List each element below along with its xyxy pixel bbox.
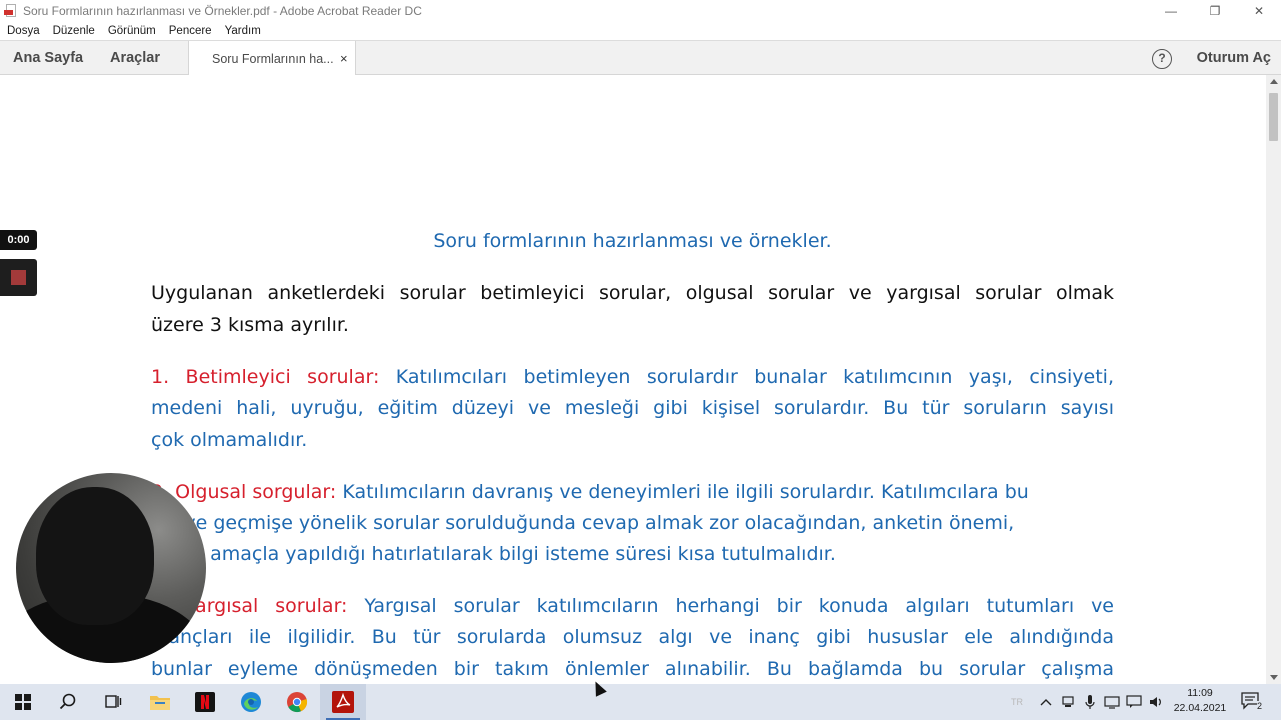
intro-line-2: üzere 3 kısma ayrılır. [151,314,349,336]
window-controls: — ❐ ✕ [1149,0,1281,22]
menu-edit[interactable]: Düzenle [53,25,95,37]
section1-heading: 1. Betimleyici sorular: [151,366,380,388]
stop-recording-button[interactable] [0,259,37,296]
acrobat-window: { "window": { "title": "Soru Formlarının… [0,0,1281,720]
display-tray-icon[interactable] [1103,684,1121,720]
section3-text-1: Yargısal sorular katılımcıların herhangi… [364,595,1114,617]
windows-icon [15,694,31,710]
taskbar-clock[interactable]: 11:09 22.04.2021 [1166,686,1234,716]
minimize-button[interactable]: — [1149,0,1193,22]
title-bar: Soru Formlarının hazırlanması ve Örnekle… [0,0,1281,22]
tab-document[interactable]: Soru Formlarının ha... × [188,41,356,76]
menu-help[interactable]: Yardım [225,25,261,37]
folder-icon [150,696,170,710]
section2-line-3: hangi amaçla yapıldığı hatırlatılarak bi… [151,543,836,565]
clock-time: 11:09 [1187,687,1213,699]
window-title: Soru Formlarının hazırlanması ve Örnekle… [23,4,422,18]
webcam-overlay [16,473,206,663]
notification-count: 2 [1256,701,1262,711]
tab-home[interactable]: Ana Sayfa [13,41,83,75]
tab-bar: Ana Sayfa Araçlar Soru Formlarının ha...… [0,40,1281,76]
chrome-icon [287,692,308,713]
search-button[interactable] [45,684,91,720]
section2-heading: 2. Olgusal sorgular: [151,481,337,503]
section3-line-2: inançları ile ilgilidir. Bu tür sorulard… [151,626,1114,648]
notification-button[interactable]: 2 [1240,691,1262,711]
tab-tools[interactable]: Araçlar [110,41,160,75]
taskbar-acrobat[interactable] [320,684,366,720]
chat-tray-icon[interactable] [1125,684,1143,720]
section1-line-2: medeni hali, uyruğu, eğitim düzeyi ve me… [151,397,1114,419]
section3-line-1: 3. Yargısal sorular: Yargısal sorular ka… [151,595,1114,617]
taskbar: TR 11:09 22.04.2021 2 [0,684,1281,720]
section3-line-3: bunlar eyleme dönüşmeden bir takım önlem… [151,658,1114,680]
vertical-scrollbar[interactable] [1266,75,1281,684]
document-title: Soru formlarının hazırlanması ve örnekle… [433,230,832,252]
menu-bar: Dosya Düzenle Görünüm Pencere Yardım [0,22,1281,40]
taskbar-edge[interactable] [228,684,274,720]
section1-text-1: Katılımcıları betimleyen sorulardır buna… [395,366,1114,388]
menu-view[interactable]: Görünüm [108,25,156,37]
taskbar-chrome[interactable] [274,684,320,720]
task-view-icon [105,695,122,708]
restore-button[interactable]: ❐ [1193,0,1237,22]
document-tab-label: Soru Formlarının ha... [212,51,334,66]
section1-line-1: 1. Betimleyici sorular: Katılımcıları be… [151,366,1114,388]
section2-line-1: 2. Olgusal sorgular: Katılımcıların davr… [151,481,1114,503]
clock-date: 22.04.2021 [1173,702,1227,714]
scroll-down-icon[interactable] [1270,675,1278,680]
scroll-up-icon[interactable] [1270,79,1278,84]
section1-line-3: çok olmamalıdır. [151,429,308,451]
acrobat-app-icon [4,4,18,18]
section2-text-1: Katılımcıların davranış ve deneyimleri i… [342,481,1029,503]
intro-line-1: Uygulanan anketlerdeki sorular betimleyi… [151,282,1114,304]
menu-file[interactable]: Dosya [7,25,40,37]
tray-expand-icon[interactable] [1037,684,1055,720]
volume-icon[interactable] [1147,684,1165,720]
language-indicator[interactable]: TR [1008,684,1026,720]
taskbar-netflix[interactable] [182,684,228,720]
close-tab-icon[interactable]: × [340,51,348,66]
taskbar-file-explorer[interactable] [137,684,183,720]
section2-line-2: tür ve geçmişe yönelik sorular sorulduğu… [151,512,1015,534]
network-tray-icon[interactable] [1059,684,1077,720]
task-view-button[interactable] [90,684,136,720]
help-icon[interactable]: ? [1152,49,1172,69]
edge-icon [241,692,261,712]
recording-timer: 0:00 [0,230,37,250]
start-button[interactable] [0,684,46,720]
close-button[interactable]: ✕ [1237,0,1281,22]
stop-icon [11,270,26,285]
search-icon [59,693,76,710]
scroll-thumb[interactable] [1269,93,1278,141]
microphone-icon[interactable] [1081,684,1099,720]
menu-window[interactable]: Pencere [169,25,212,37]
sign-in-button[interactable]: Oturum Aç [1197,41,1271,75]
acrobat-icon [332,691,354,713]
netflix-icon [195,692,215,712]
